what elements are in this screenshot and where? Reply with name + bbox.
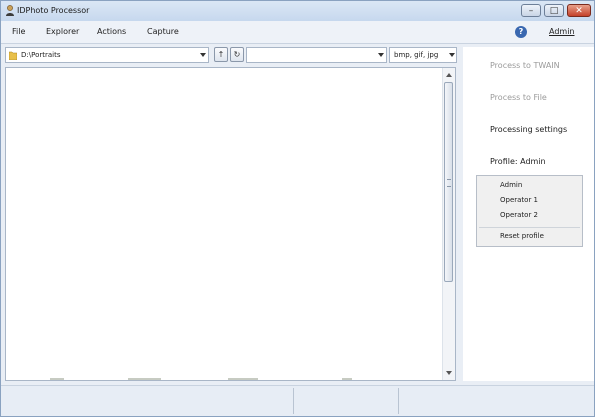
help-icon[interactable]: ?	[515, 26, 527, 38]
profile-option-admin[interactable]: Admin	[500, 181, 522, 189]
process-to-file-button[interactable]: Process to File	[490, 93, 547, 102]
app-window: IDPhoto Processor – □ ✕ File Explorer Ac…	[0, 0, 595, 417]
status-divider	[398, 388, 399, 414]
action-side-panel: Process to TWAIN Process to File Process…	[463, 47, 594, 381]
menu-actions[interactable]: Actions	[97, 27, 126, 36]
menu-file[interactable]: File	[12, 27, 25, 36]
title-bar[interactable]: IDPhoto Processor – □ ✕	[1, 1, 594, 21]
profile-option-operator-2[interactable]: Operator 2	[500, 211, 538, 219]
thumbnail-edge	[50, 378, 64, 380]
user-admin-link[interactable]: Admin	[549, 27, 575, 36]
file-browser-pane[interactable]	[5, 67, 456, 381]
status-divider	[293, 388, 294, 414]
filter-combobox[interactable]	[246, 47, 387, 63]
scroll-down-icon[interactable]	[446, 371, 452, 375]
profile-menu: Admin Operator 1 Operator 2 Reset profil…	[476, 175, 583, 247]
profile-selector[interactable]: Profile: Admin	[490, 157, 546, 166]
chevron-down-icon[interactable]	[449, 53, 455, 57]
extension-value: bmp, gif, jpg	[394, 51, 439, 59]
menu-capture[interactable]: Capture	[147, 27, 179, 36]
extension-combobox[interactable]: bmp, gif, jpg	[389, 47, 457, 63]
up-folder-button[interactable]: ↑	[214, 47, 228, 62]
chevron-down-icon[interactable]	[378, 53, 384, 57]
processing-settings-button[interactable]: Processing settings	[490, 125, 567, 134]
thumbnail-edge	[228, 378, 258, 380]
reset-profile-button[interactable]: Reset profile	[500, 232, 544, 240]
process-to-twain-button[interactable]: Process to TWAIN	[490, 61, 560, 70]
menu-bar: File Explorer Actions Capture	[1, 21, 594, 44]
menu-explorer[interactable]: Explorer	[46, 27, 79, 36]
thumbnail-edge	[342, 378, 352, 380]
thumbnail-edge	[128, 378, 161, 380]
minimize-button[interactable]: –	[521, 4, 541, 17]
vertical-scrollbar[interactable]	[442, 68, 455, 380]
path-value: D:\Portraits	[21, 51, 61, 59]
scroll-up-icon[interactable]	[446, 73, 452, 77]
status-bar	[1, 385, 594, 416]
chevron-down-icon[interactable]	[200, 53, 206, 57]
profile-option-operator-1[interactable]: Operator 1	[500, 196, 538, 204]
window-title: IDPhoto Processor	[17, 6, 90, 15]
grip-icon	[447, 179, 451, 187]
path-combobox[interactable]: D:\Portraits	[5, 47, 209, 63]
refresh-button[interactable]: ↻	[230, 47, 244, 62]
folder-icon	[9, 51, 17, 60]
close-button[interactable]: ✕	[567, 4, 591, 17]
menu-separator	[479, 227, 580, 228]
maximize-button[interactable]: □	[544, 4, 564, 17]
scrollbar-thumb[interactable]	[444, 82, 453, 282]
path-toolbar: D:\Portraits ↑ ↻ bmp, gif, jpg	[5, 47, 457, 64]
person-photo-icon	[6, 5, 14, 16]
